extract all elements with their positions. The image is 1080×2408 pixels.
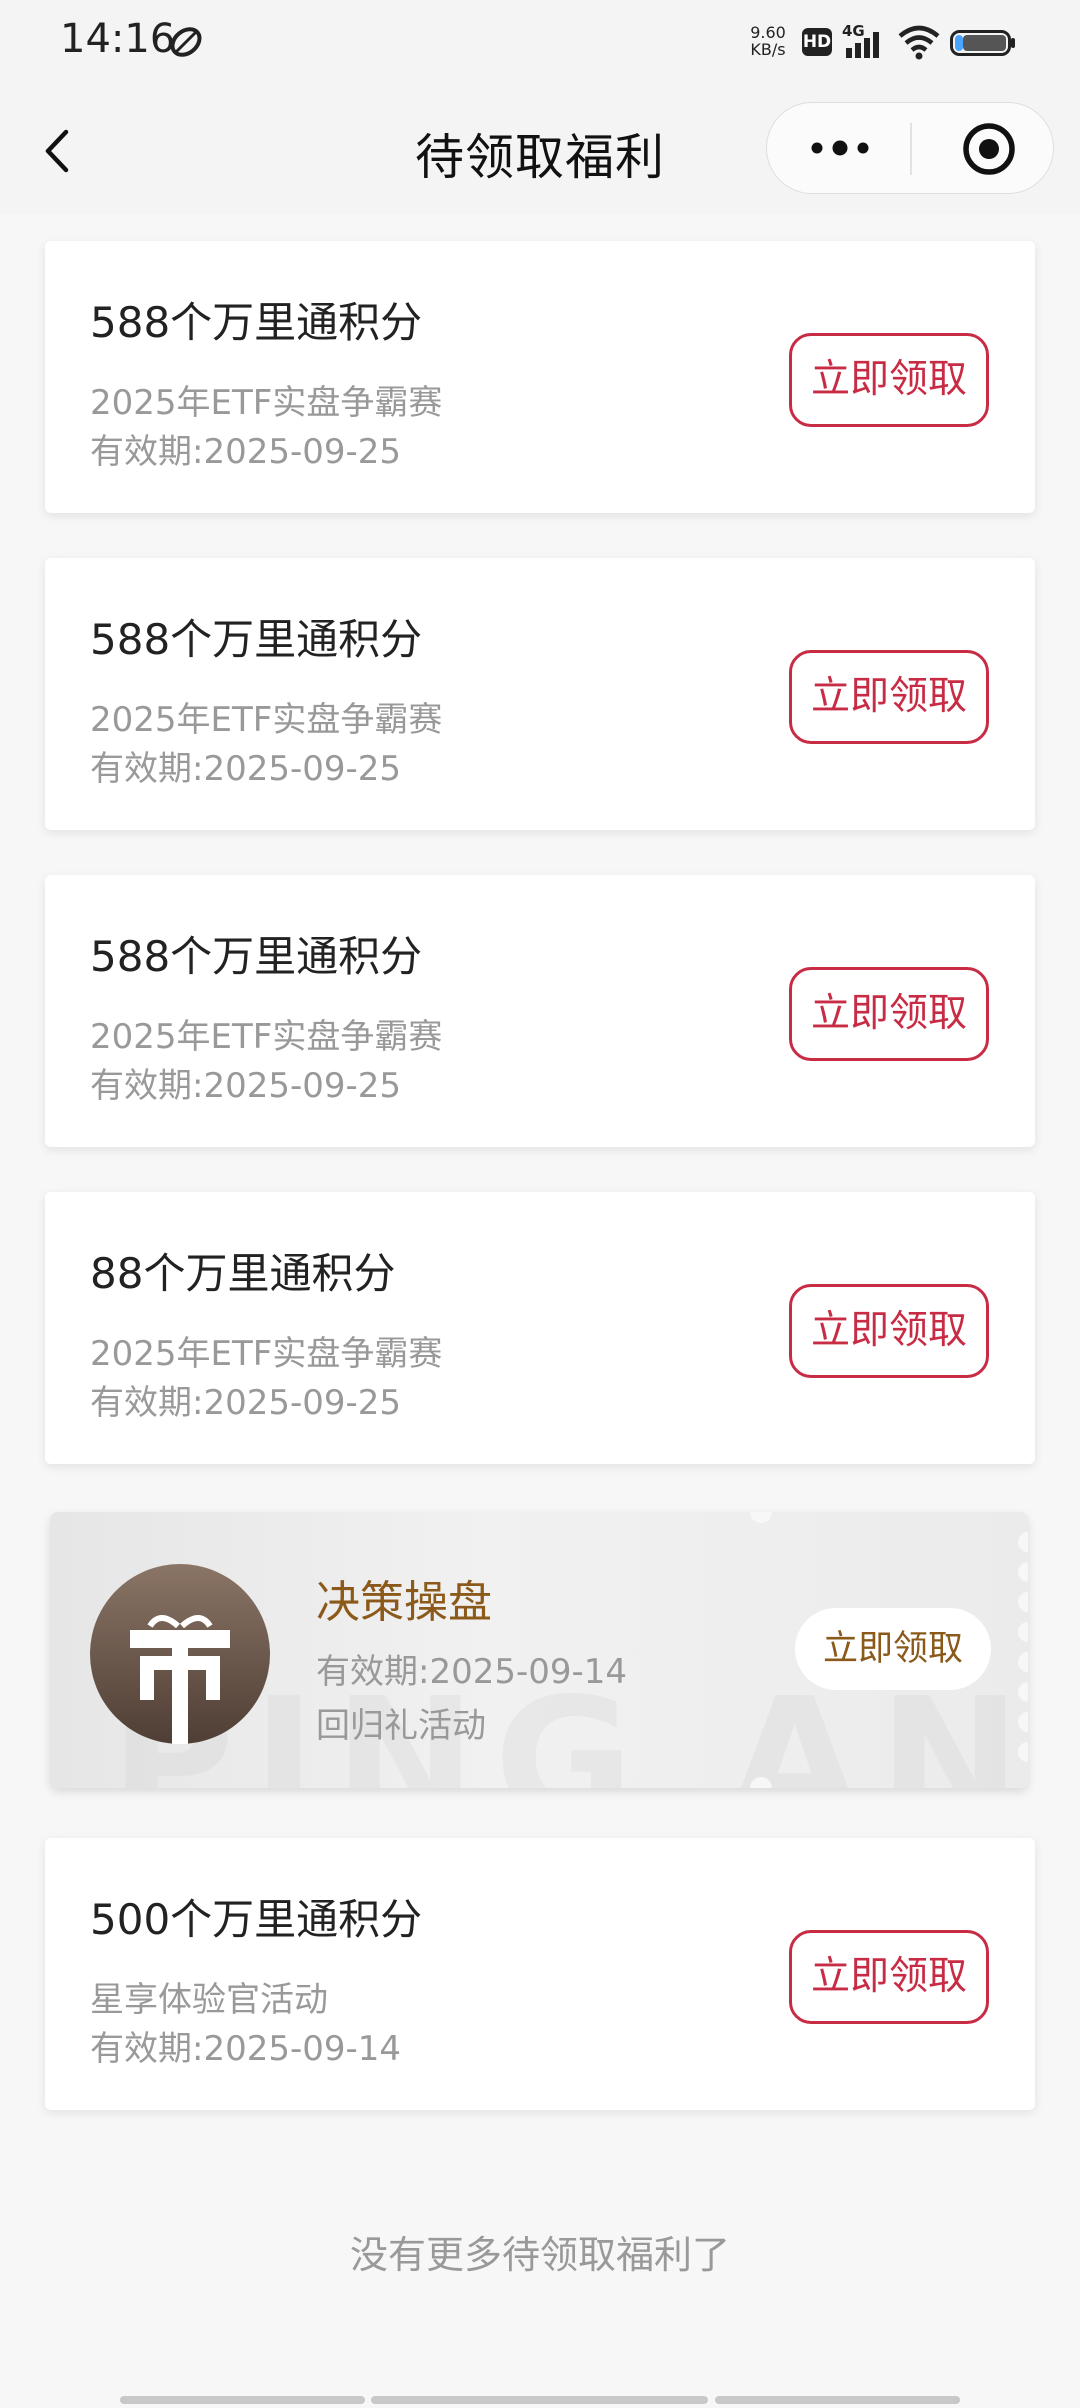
battery-icon [950,30,1015,56]
indicator-segment [715,2396,960,2404]
reward-card: 588个万里通积分 2025年ETF实盘争霸赛 有效期:2025-09-25 立… [45,875,1035,1147]
reward-expiry: 有效期:2025-09-25 [90,1066,402,1106]
reward-title: 588个万里通积分 [90,615,423,664]
close-target-icon[interactable] [961,121,1017,177]
indicator-segment [371,2396,708,2404]
coupon-expiry: 有效期:2025-09-14 [316,1652,628,1692]
claim-button[interactable]: 立即领取 [789,1284,989,1378]
reward-campaign: 2025年ETF实盘争霸赛 [90,1017,443,1057]
reward-title: 588个万里通积分 [90,932,423,981]
claim-button[interactable]: 立即领取 [789,1930,989,2024]
coupon-scallop [1018,1532,1028,1552]
network-speed-unit: KB/s [750,40,786,59]
wifi-icon [898,25,940,60]
reward-title: 88个万里通积分 [90,1249,396,1298]
reward-expiry: 有效期:2025-09-25 [90,749,402,789]
coupon-scallop [1018,1592,1028,1612]
claim-button[interactable]: 立即领取 [789,967,989,1061]
network-speed: 9.60 KB/s [746,24,790,58]
leaf-icon [170,27,202,57]
gift-icon [90,1564,270,1744]
mini-program-capsule [766,102,1054,194]
coupon-notch [750,1512,772,1523]
reward-card: 88个万里通积分 2025年ETF实盘争霸赛 有效期:2025-09-25 立即… [45,1192,1035,1464]
status-time: 14:16 [60,16,176,62]
reward-card: 588个万里通积分 2025年ETF实盘争霸赛 有效期:2025-09-25 立… [45,558,1035,830]
signal-4g-icon: 4G [842,22,879,58]
network-type: 4G [842,22,865,40]
status-bar: 14:16 9.60 KB/s HD 4G [0,0,1080,84]
capsule-divider [910,123,912,175]
reward-title: 588个万里通积分 [90,298,423,347]
reward-campaign: 星享体验官活动 [90,1980,328,2020]
coupon-scallop [1018,1622,1028,1642]
reward-expiry: 有效期:2025-09-14 [90,2029,402,2069]
indicator-segment [120,2396,365,2404]
no-more-rewards-note: 没有更多待领取福利了 [349,2233,730,2277]
coupon-description: 回归礼活动 [316,1706,486,1746]
navigation-bar: 待领取福利 [0,84,1080,214]
claim-button[interactable]: 立即领取 [789,650,989,744]
reward-campaign: 2025年ETF实盘争霸赛 [90,383,443,423]
reward-card: 588个万里通积分 2025年ETF实盘争霸赛 有效期:2025-09-25 立… [45,241,1035,513]
coupon-claim-button[interactable]: 立即领取 [795,1608,991,1690]
network-speed-value: 9.60 [750,23,786,42]
coupon-card: PING AN 决策操盘 有效期:2025-09-14 回归礼活动 立即领取 [50,1512,1028,1788]
bottom-indicator-bar [120,2396,960,2404]
claim-button[interactable]: 立即领取 [789,333,989,427]
reward-expiry: 有效期:2025-09-25 [90,432,402,472]
reward-card: 500个万里通积分 星享体验官活动 有效期:2025-09-14 立即领取 [45,1838,1035,2110]
coupon-title: 决策操盘 [316,1577,492,1628]
reward-title: 500个万里通积分 [90,1895,423,1944]
reward-campaign: 2025年ETF实盘争霸赛 [90,1334,443,1374]
reward-expiry: 有效期:2025-09-25 [90,1383,402,1423]
coupon-scallop [1018,1562,1028,1582]
more-icon[interactable] [807,133,873,163]
hd-icon: HD [802,28,832,56]
reward-campaign: 2025年ETF实盘争霸赛 [90,700,443,740]
